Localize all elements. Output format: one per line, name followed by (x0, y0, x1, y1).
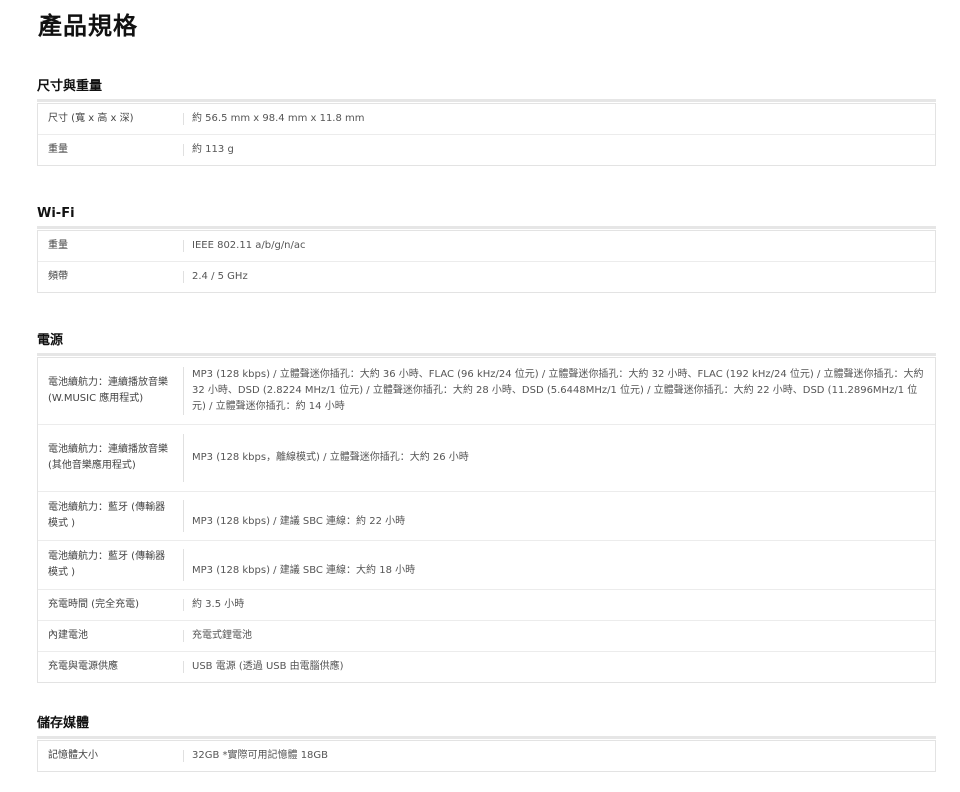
spec-value: 2.4 / 5 GHz (183, 271, 935, 283)
table-row: 記憶體大小 32GB *實際可用記憶體 18GB (38, 740, 935, 771)
page-title: 產品規格 (38, 12, 138, 40)
table-row: 重量 IEEE 802.11 a/b/g/n/ac (38, 230, 935, 261)
table-row: 電池續航力：連續播放音樂 (W.MUSIC 應用程式) MP3 (128 kbp… (38, 357, 935, 424)
table-row: 充電與電源供應 USB 電源 (透過 USB 由電腦供應) (38, 651, 935, 682)
spec-label: 充電時間 (完全充電) (48, 599, 139, 610)
spec-value: IEEE 802.11 a/b/g/n/ac (183, 240, 935, 252)
spec-table: 記憶體大小 32GB *實際可用記憶體 18GB (37, 740, 936, 772)
spec-label: 記憶體大小 (48, 750, 98, 761)
section-heading: 儲存媒體 (37, 714, 936, 739)
section-heading: 電源 (37, 331, 936, 356)
spec-value: USB 電源 (透過 USB 由電腦供應) (183, 661, 935, 673)
table-row: 電池續航力：藍牙 (傳輸器模式 ) MP3 (128 kbps) / 建議 SB… (38, 491, 935, 540)
spec-page: 產品規格 尺寸與重量 尺寸 (寬 x 高 x 深) 約 56.5 mm x 98… (0, 0, 960, 792)
table-row: 頻帶 2.4 / 5 GHz (38, 261, 935, 292)
spec-label: 電池續航力：連續播放音樂 (其他音樂應用程式) (48, 444, 168, 471)
spec-label: 電池續航力：藍牙 (傳輸器模式 ) (48, 502, 166, 529)
section-heading: 尺寸與重量 (37, 77, 936, 102)
spec-value: 約 113 g (183, 144, 935, 156)
spec-label: 重量 (48, 144, 68, 155)
spec-value: 約 56.5 mm x 98.4 mm x 11.8 mm (183, 113, 935, 125)
spec-label: 電池續航力：藍牙 (傳輸器模式 ) (48, 551, 166, 578)
section-heading: Wi-Fi (37, 204, 936, 229)
spec-label: 尺寸 (寬 x 高 x 深) (48, 113, 134, 124)
section-dimensions: 尺寸與重量 尺寸 (寬 x 高 x 深) 約 56.5 mm x 98.4 mm… (37, 77, 936, 166)
spec-value: 32GB *實際可用記憶體 18GB (183, 750, 935, 762)
spec-value: MP3 (128 kbps) / 建議 SBC 連線：約 22 小時 (183, 500, 935, 532)
table-row: 充電時間 (完全充電) 約 3.5 小時 (38, 589, 935, 620)
spec-value: 充電式鋰電池 (183, 630, 935, 642)
spec-label: 內建電池 (48, 630, 88, 641)
table-row: 重量 約 113 g (38, 134, 935, 165)
spec-label: 充電與電源供應 (48, 661, 118, 672)
spec-value: MP3 (128 kbps，離線模式) / 立體聲迷你插孔：大約 26 小時 (183, 434, 935, 482)
table-row: 電池續航力：藍牙 (傳輸器模式 ) MP3 (128 kbps) / 建議 SB… (38, 540, 935, 589)
section-wifi: Wi-Fi 重量 IEEE 802.11 a/b/g/n/ac 頻帶 2.4 /… (37, 204, 936, 293)
spec-label: 重量 (48, 240, 68, 251)
spec-value: 約 3.5 小時 (183, 599, 935, 611)
spec-table: 電池續航力：連續播放音樂 (W.MUSIC 應用程式) MP3 (128 kbp… (37, 357, 936, 683)
table-row: 尺寸 (寬 x 高 x 深) 約 56.5 mm x 98.4 mm x 11.… (38, 103, 935, 134)
spec-table: 重量 IEEE 802.11 a/b/g/n/ac 頻帶 2.4 / 5 GHz (37, 230, 936, 293)
spec-value: MP3 (128 kbps) / 立體聲迷你插孔：大約 36 小時、FLAC (… (183, 367, 935, 415)
spec-value: MP3 (128 kbps) / 建議 SBC 連線：大約 18 小時 (183, 549, 935, 581)
spec-label: 頻帶 (48, 271, 68, 282)
section-power: 電源 電池續航力：連續播放音樂 (W.MUSIC 應用程式) MP3 (128 … (37, 331, 936, 683)
spec-label: 電池續航力：連續播放音樂 (W.MUSIC 應用程式) (48, 377, 168, 404)
section-storage: 儲存媒體 記憶體大小 32GB *實際可用記憶體 18GB (37, 714, 936, 772)
table-row: 內建電池 充電式鋰電池 (38, 620, 935, 651)
spec-table: 尺寸 (寬 x 高 x 深) 約 56.5 mm x 98.4 mm x 11.… (37, 103, 936, 166)
table-row: 電池續航力：連續播放音樂 (其他音樂應用程式) MP3 (128 kbps，離線… (38, 424, 935, 491)
